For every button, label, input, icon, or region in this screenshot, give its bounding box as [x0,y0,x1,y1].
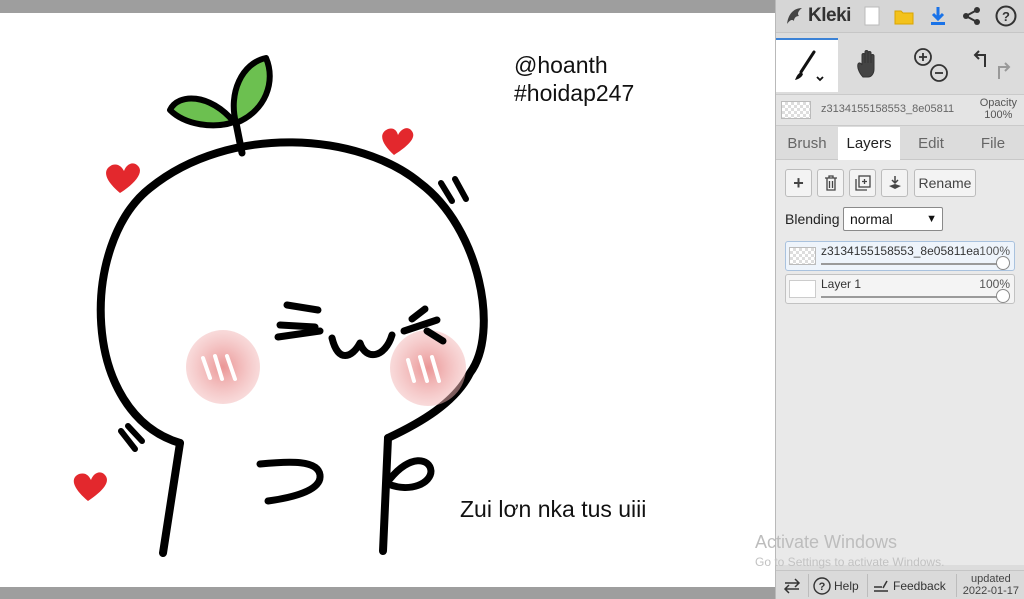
swap-arrows-icon [783,577,801,594]
duplicate-icon [854,175,871,191]
left-leaf [167,95,237,129]
layer-row[interactable]: z3134155158553_8e05811ea 100% [785,241,1015,271]
brush-tool-button[interactable] [776,38,838,92]
merge-down-icon [888,176,901,189]
windows-activation-title: Activate Windows [755,532,898,552]
tab-layers[interactable]: Layers [838,127,900,160]
chevron-down-icon: ▼ [926,213,937,225]
blending-select[interactable]: normal ▼ [843,207,943,231]
updated-info[interactable]: updated 2022-01-17 [963,573,1019,597]
hands [256,457,435,505]
drawing-artwork [73,55,488,557]
left-body-line [159,439,184,557]
tab-edit[interactable]: Edit [900,127,962,160]
redo-icon[interactable] [998,62,1011,79]
plus-icon: + [793,172,804,193]
top-bar: Kleki ? [776,0,1024,33]
trash-icon [824,175,837,191]
feedback-label: Feedback [893,578,946,593]
help-label: Help [834,578,859,593]
opacity-label: Opacity [979,97,1017,109]
feedback-button[interactable]: Feedback [873,571,946,599]
layer-opacity-slider[interactable] [821,263,1002,265]
new-image-icon[interactable] [860,4,884,28]
current-layer-opacity: Opacity 100% [980,97,1017,121]
add-layer-button[interactable]: + [785,169,812,197]
undo-redo-group [962,38,1024,92]
updated-label: updated [970,573,1011,585]
canvas-handle-text: @hoanth [514,52,608,78]
tab-bar: Brush Layers Edit File [776,127,1024,160]
right-blush [390,330,466,406]
tab-brush[interactable]: Brush [776,127,838,160]
zoom-tool-group [900,38,962,92]
layer-name: Layer 1 [821,277,862,291]
current-layer-thumbnail [781,101,811,119]
current-layer-name: z3134155158553_8e05811 [821,103,955,115]
kleki-logo-icon [787,8,802,24]
merge-layer-button[interactable] [881,169,908,197]
current-layer-info: z3134155158553_8e05811 Opacity 100% [776,94,1024,126]
swap-sides-button[interactable] [782,571,802,599]
help-button[interactable]: ? Help [813,571,859,599]
right-leaf [230,55,273,126]
delete-layer-button[interactable] [817,169,844,197]
tab-file[interactable]: File [962,127,1024,160]
bottom-bar: ? Help Feedback updated 2022-01-17 [776,570,1024,599]
kleki-logo[interactable]: Kleki [784,4,851,28]
blending-label: Blending [785,211,840,227]
rename-layer-button[interactable]: Rename [914,169,976,197]
windows-activation-subtitle: Go to Settings to activate Windows. [755,555,945,569]
layer-row[interactable]: Layer 1 100% [785,274,1015,304]
layer-name: z3134155158553_8e05811ea [821,244,979,258]
zoom-in-icon[interactable] [914,48,932,66]
left-blush [186,330,260,404]
feedback-icon [874,580,888,592]
right-body-line [379,434,392,555]
divider [867,574,868,597]
kleki-app: @hoanth #hoidap247 Zui lơn nka tus uiii … [0,0,1024,599]
hand-tool-icon [857,50,875,78]
brush-tool-icon [795,50,824,82]
layer-opacity-knob[interactable] [996,256,1010,270]
layer-opacity-slider[interactable] [821,296,1002,298]
opacity-value: 100% [984,109,1013,121]
divider [956,574,957,597]
download-icon[interactable] [926,4,950,28]
duplicate-layer-button[interactable] [849,169,876,197]
layers-panel: + Rename Blending normal ▼ z313415515855… [776,160,1024,565]
svg-text:?: ? [1002,9,1010,24]
svg-text:?: ? [819,581,826,593]
sidebar: Kleki ? z3134155158553_8e05811 Opacity 1… [775,0,1024,599]
drawing-canvas[interactable]: @hoanth #hoidap247 Zui lơn nka tus uiii [0,13,775,587]
canvas-area[interactable]: @hoanth #hoidap247 Zui lơn nka tus uiii [0,0,775,599]
canvas-caption-text: Zui lơn nka tus uiii [460,496,647,522]
help-icon[interactable]: ? [994,4,1018,28]
blending-value: normal [850,211,893,227]
divider [808,574,809,597]
undo-icon[interactable] [973,50,986,67]
zoom-out-icon[interactable] [930,64,948,82]
canvas-hashtag-text: #hoidap247 [514,80,635,106]
layer-thumbnail [789,280,816,298]
open-folder-icon[interactable] [892,4,916,28]
updated-date: 2022-01-17 [962,585,1019,597]
share-icon[interactable] [960,4,984,28]
tool-row [776,38,1024,94]
hearts [73,128,414,501]
hand-tool-button[interactable] [838,38,900,92]
layer-opacity-knob[interactable] [996,289,1010,303]
help-circle-icon: ? [813,576,831,595]
layer-thumbnail [789,247,816,265]
logo-text: Kleki [808,5,851,26]
